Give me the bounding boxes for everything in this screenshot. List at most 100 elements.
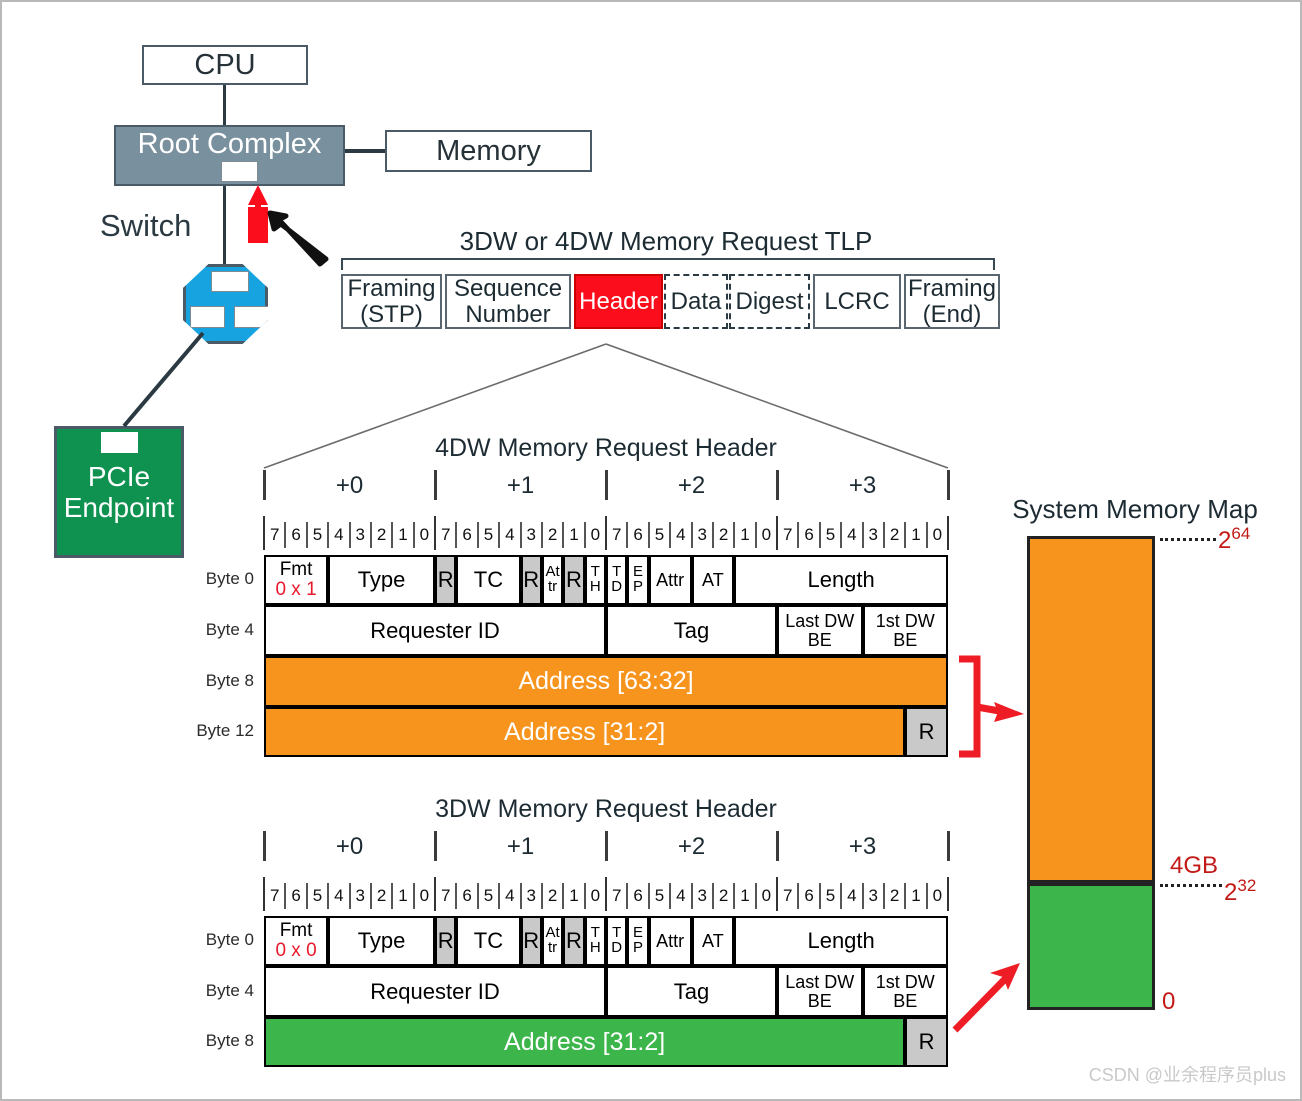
- fmt-label: Fmt: [279, 559, 313, 581]
- field-attr: Attr: [541, 916, 564, 966]
- root-complex-port: [221, 161, 258, 182]
- bit-number: 4: [334, 525, 344, 544]
- switch-downstream-port-left: [190, 306, 225, 328]
- bit-number: 6: [291, 525, 301, 544]
- field-label: R: [565, 928, 582, 953]
- address-arrow-32-head: [990, 963, 1020, 990]
- bit-number: 3: [697, 525, 707, 544]
- tlp-cell-sequence: Sequence Number: [445, 274, 571, 329]
- field-label: Tag: [673, 978, 710, 1004]
- root-complex-label: Root Complex: [137, 128, 322, 160]
- field-type: Type: [328, 916, 435, 966]
- bit-number: 7: [440, 525, 451, 544]
- fmt-value: 0 x 0: [275, 940, 317, 961]
- byte-offset-label: +2: [677, 472, 706, 499]
- field-r: R: [520, 555, 542, 605]
- bit-number: 2: [889, 525, 900, 544]
- byte-row-label: Byte 8: [205, 1031, 254, 1050]
- tlp-title: 3DW or 4DW Memory Request TLP: [459, 226, 873, 256]
- bit-number: 7: [269, 525, 280, 544]
- field-label: R: [523, 928, 540, 953]
- bit-number: 3: [697, 886, 707, 905]
- field-label: AT: [702, 569, 724, 590]
- bit-number: 6: [804, 886, 814, 905]
- memory-top-dotline: [1160, 538, 1216, 541]
- endpoint-label-line2: Endpoint: [63, 492, 175, 523]
- field-address-312: Address [31:2]: [264, 707, 906, 757]
- memory-4gb-label: 4GB: [1170, 852, 1219, 879]
- field-th: TH: [584, 916, 606, 966]
- bit-number: 4: [505, 886, 515, 905]
- rc-memory-link: [345, 149, 385, 153]
- bit-number: 3: [526, 525, 536, 544]
- switch-endpoint-link: [122, 331, 205, 428]
- field-label: Address [31:2]: [504, 1027, 666, 1056]
- field-tag: Tag: [606, 605, 777, 656]
- bit-number: 2: [376, 525, 387, 544]
- field-label: R: [437, 567, 454, 592]
- field-label: R: [565, 567, 582, 592]
- cpu-rc-link: [223, 85, 226, 125]
- field-r: R: [435, 555, 457, 605]
- bit-number: 7: [782, 525, 793, 544]
- bit-number: 4: [847, 886, 857, 905]
- bit-number: 4: [847, 525, 857, 544]
- bit-number: 7: [782, 886, 793, 905]
- tlp-marker-arrow: [248, 185, 268, 214]
- bit-number: 2: [718, 886, 729, 905]
- field-label: TC: [473, 567, 504, 592]
- tlp-cell-label: Digest: [735, 287, 804, 315]
- tlp-cell-label: LCRC: [824, 287, 890, 315]
- bit-number: 0: [590, 525, 601, 544]
- byte-offset-label: +0: [335, 472, 364, 499]
- tlp-cell-label: Data: [670, 287, 722, 315]
- field-tag: Tag: [606, 966, 777, 1017]
- bit-number: 2: [547, 886, 558, 905]
- bit-number: 2: [718, 525, 729, 544]
- field-at: AT: [691, 916, 735, 966]
- switch-downstream-port-right: [234, 306, 268, 328]
- bit-number: 5: [312, 525, 323, 544]
- tlp-cell-data: Data: [664, 274, 728, 329]
- field-label: TH: [589, 563, 601, 595]
- bit-number: 1: [569, 525, 579, 544]
- bit-number: 0: [590, 886, 601, 905]
- field-label: Requester ID: [370, 978, 500, 1004]
- field-label: EP: [633, 924, 644, 956]
- byte-offset-label: +1: [506, 472, 535, 499]
- field-requester-id: Requester ID: [264, 605, 606, 656]
- field-label: Attr: [545, 563, 560, 595]
- bit-number: 3: [355, 525, 365, 544]
- tlp-cell-label: Sequence Number: [453, 275, 563, 328]
- bit-number: 1: [911, 525, 921, 544]
- bit-number: 1: [569, 886, 579, 905]
- field-label: Attr: [545, 924, 560, 956]
- tlp-cell-digest: Digest: [729, 274, 810, 329]
- bit-number: 5: [654, 525, 665, 544]
- bit-number: 0: [932, 886, 943, 905]
- bit-number: 5: [483, 886, 494, 905]
- byte-row-label: Byte 0: [205, 569, 254, 588]
- field-r: R: [520, 916, 542, 966]
- bit-number: 6: [804, 525, 814, 544]
- field-label: R: [918, 1029, 935, 1054]
- field-label: 1st DW BE: [875, 611, 935, 650]
- root-complex-box: Root Complex: [114, 125, 345, 186]
- bit-number: 0: [932, 525, 943, 544]
- field-attr: Attr: [541, 555, 564, 605]
- endpoint-port: [101, 432, 138, 453]
- field-tc: TC: [456, 916, 521, 966]
- field-label: TD: [611, 924, 623, 956]
- field-label: AT: [702, 930, 724, 951]
- header-table-title: 3DW Memory Request Header: [264, 795, 948, 824]
- bit-number: 0: [419, 525, 430, 544]
- bit-number: 4: [676, 886, 686, 905]
- field-r: R: [563, 555, 585, 605]
- bit-number: 5: [825, 886, 836, 905]
- field-1st-dwbe: 1st DW BE: [862, 966, 948, 1017]
- memory-map-title: System Memory Map: [1012, 494, 1258, 524]
- address-arrow-64-head: [994, 702, 1024, 722]
- field-label: 1st DW BE: [875, 972, 935, 1011]
- address-arrow-32-shaft: [952, 971, 1013, 1033]
- endpoint-label-line1: PCIe: [87, 460, 151, 492]
